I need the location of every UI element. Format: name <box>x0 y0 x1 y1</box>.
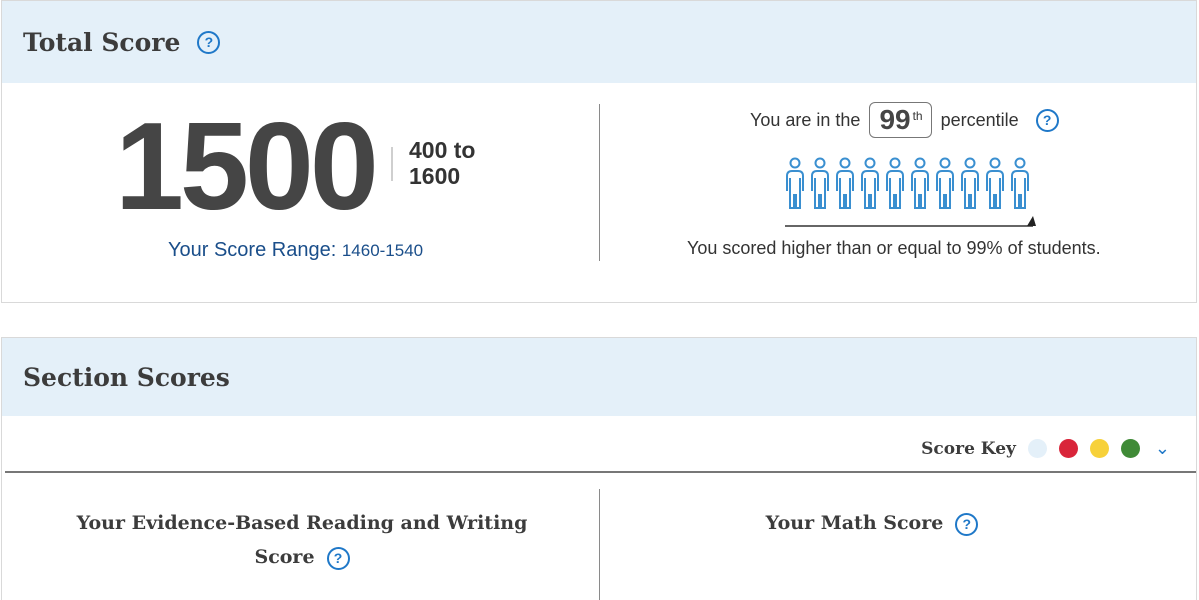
percentile-badge: 99 th <box>869 102 932 138</box>
range-separator <box>391 147 393 181</box>
reading-writing-score-title: Your Evidence-Based Reading and Writing … <box>52 506 552 574</box>
percentile-prefix: You are in the <box>750 109 861 130</box>
person-icon <box>961 157 979 209</box>
horizontal-divider <box>5 471 1196 473</box>
percentile-people-icon <box>785 157 1036 227</box>
reading-title-score-word: Score <box>254 546 315 568</box>
score-scale-high: 1600 <box>409 163 461 189</box>
percentile-line: You are in the 99 th percentile ? <box>750 102 1059 138</box>
total-score-card: Total Score ? 1500 400 to 1600 Your Scor… <box>1 0 1197 303</box>
math-score-title: Your Math Score? <box>622 506 1122 540</box>
person-icon <box>1011 157 1029 209</box>
person-icon <box>836 157 854 209</box>
score-key-dot-yellow <box>1089 439 1109 458</box>
score-range: Your Score Range: 1460-1540 <box>168 239 423 262</box>
person-icon <box>861 157 879 209</box>
reading-title-line1: Your Evidence-Based Reading and Writing <box>76 512 528 534</box>
section-scores-card: Section Scores Score Key ⌄ Your Evidence… <box>1 337 1197 600</box>
percentile-suffix: th <box>912 109 923 123</box>
percentile-value: 99 <box>879 104 911 135</box>
percentile-caption: You scored higher than or equal to 99% o… <box>687 238 1101 258</box>
score-range-value: 1460-1540 <box>341 241 424 260</box>
total-score-title: Total Score <box>23 27 181 57</box>
total-score-value: 1500 <box>115 98 379 236</box>
total-score-header: Total Score ? <box>2 1 1196 83</box>
score-key-dot-lightblue <box>1027 439 1047 458</box>
math-title-text: Your Math Score <box>765 512 944 534</box>
reading-title-line2: Score? <box>52 540 552 574</box>
help-icon[interactable]: ? <box>1035 108 1059 132</box>
vertical-divider <box>599 104 600 261</box>
score-key-label: Score Key <box>921 438 1016 459</box>
score-scale-low: 400 to <box>409 137 476 163</box>
score-key[interactable]: Score Key ⌄ <box>921 438 1170 459</box>
chevron-down-icon[interactable]: ⌄ <box>1155 438 1170 459</box>
person-icon <box>886 157 904 209</box>
person-icon <box>786 157 804 209</box>
score-scale: 400 to 1600 <box>409 137 475 189</box>
help-icon[interactable]: ? <box>955 512 979 536</box>
section-scores-header: Section Scores <box>2 338 1196 416</box>
section-scores-title: Section Scores <box>23 362 230 392</box>
person-icon <box>911 157 929 209</box>
person-icon <box>986 157 1004 209</box>
percentile-word: percentile <box>940 109 1019 130</box>
score-key-dot-red <box>1058 439 1078 458</box>
section-vertical-divider <box>599 489 600 600</box>
help-icon[interactable]: ? <box>197 30 221 54</box>
person-icon <box>936 157 954 209</box>
person-icon <box>811 157 829 209</box>
help-icon[interactable]: ? <box>326 546 350 570</box>
score-range-label: Your Score Range: <box>168 239 337 261</box>
score-key-dot-green <box>1120 439 1140 458</box>
